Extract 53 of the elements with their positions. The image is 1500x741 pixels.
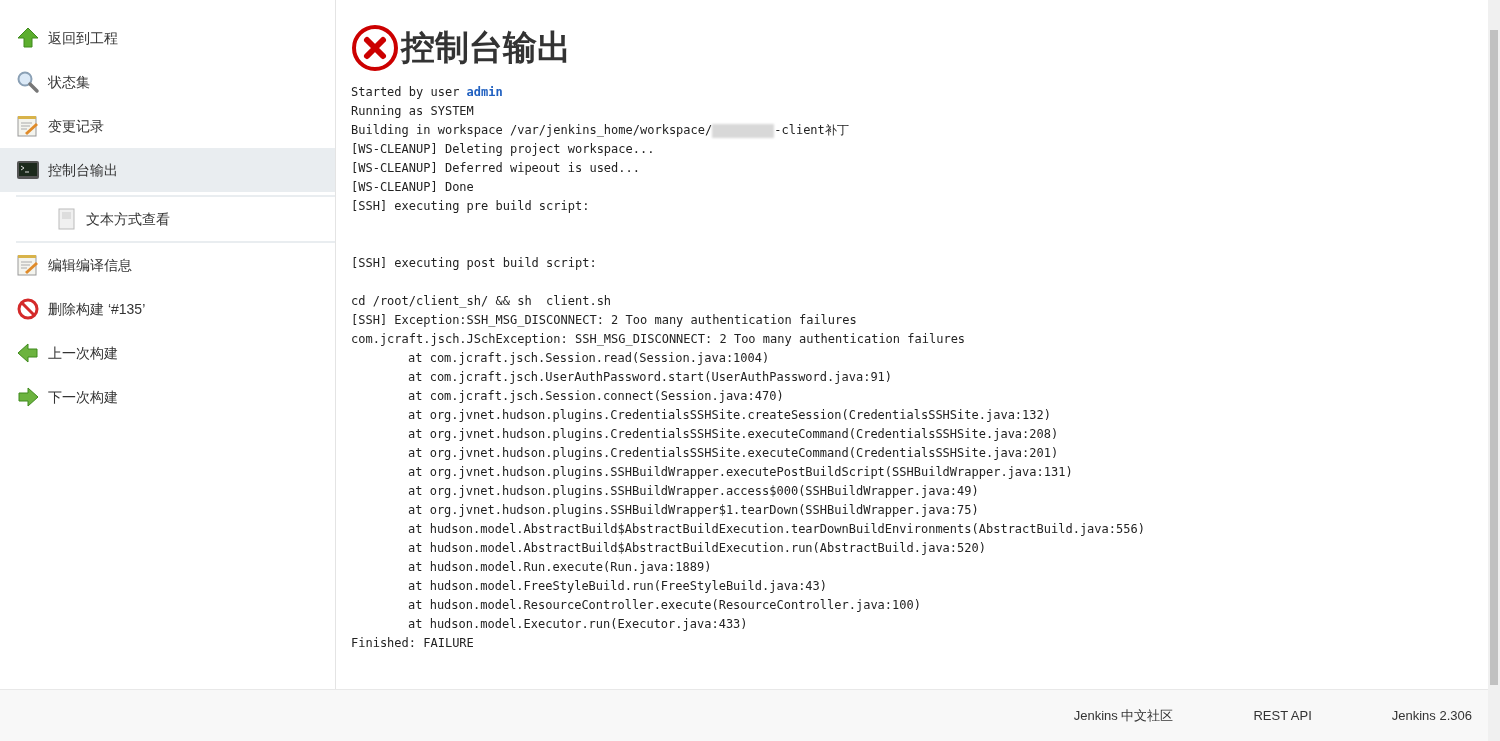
stack-frame: at com.jcraft.jsch.Session.read(Session.java:1004) — [408, 351, 770, 365]
prohibited-icon — [16, 297, 40, 321]
console-line: [WS-CLEANUP] Deleting project workspace... — [351, 142, 655, 156]
stack-frame: at org.jvnet.hudson.plugins.CredentialsSSHSite.executeCommand(CredentialsSSHSite.java:208) — [408, 427, 1059, 441]
sidebar-item[interactable]: 编辑编译信息 — [0, 243, 335, 287]
notepad-icon — [16, 114, 40, 138]
footer-link[interactable]: REST API — [1253, 705, 1312, 726]
sidebar-item[interactable]: 删除构建 ‘#135’ — [0, 287, 335, 331]
stack-frame: at org.jvnet.hudson.plugins.SSHBuildWrapper$1.tearDown(SSHBuildWrapper.java:75) — [408, 503, 979, 517]
console-line: [WS-CLEANUP] Deferred wipeout is used... — [351, 161, 640, 175]
notepad-icon — [16, 253, 40, 277]
console-line: [SSH] executing post build script: — [351, 256, 597, 270]
sidebar-item[interactable]: 文本方式查看 — [16, 197, 335, 241]
sidebar-item[interactable]: 变更记录 — [0, 104, 335, 148]
stack-frame: at org.jvnet.hudson.plugins.CredentialsSSHSite.executeCommand(CredentialsSSHSite.java:201) — [408, 446, 1059, 460]
footer-link[interactable]: Jenkins 中文社区 — [1073, 705, 1174, 726]
stack-frame: at hudson.model.AbstractBuild$AbstractBuildExecution.tearDownBuildEnvironments(AbstractBuild.java:556) — [408, 522, 1145, 536]
user-link[interactable]: admin — [466, 83, 503, 102]
sidebar-item[interactable]: 控制台输出 — [0, 148, 335, 192]
console-line: [WS-CLEANUP] Done — [351, 180, 474, 194]
console-line: [SSH] Exception:SSH_MSG_DISCONNECT: 2 Too many authentication failures — [351, 313, 857, 327]
sidebar-item[interactable]: 上一次构建 — [0, 331, 335, 375]
stack-frame: at hudson.model.Executor.run(Executor.java:433) — [408, 617, 748, 631]
stack-frame: at hudson.model.Run.execute(Run.java:1889) — [408, 560, 712, 574]
stack-frame: at hudson.model.ResourceController.execute(ResourceController.java:100) — [408, 598, 921, 612]
arrow-up-icon — [16, 26, 40, 50]
stack-frame: at com.jcraft.jsch.Session.connect(Session.java:470) — [408, 389, 784, 403]
console-line: Building in workspace /var/jenkins_home/workspace/ — [351, 122, 713, 139]
arrow-right-icon — [16, 385, 40, 409]
console-line: com.jcraft.jsch.JSchException: SSH_MSG_DISCONNECT: 2 Too many authentication failures — [351, 332, 966, 346]
arrow-left-icon — [16, 341, 40, 365]
stack-frame: at org.jvnet.hudson.plugins.SSHBuildWrapper.executePostBuildScript(SSHBuildWrapper.java:131) — [408, 465, 1073, 479]
console-line: cd /root/client_sh/ && sh client.sh — [351, 294, 612, 308]
console-line: Running as SYSTEM — [351, 104, 474, 118]
blurred-redaction — [712, 123, 775, 138]
stack-frame: at org.jvnet.hudson.plugins.CredentialsSSHSite.createSession(CredentialsSSHSite.java:132) — [408, 408, 1051, 422]
console-line: -client补丁 — [774, 122, 849, 139]
sidebar-item[interactable]: 下一次构建 — [0, 375, 335, 419]
stack-frame: at org.jvnet.hudson.plugins.SSHBuildWrapper.access$000(SSHBuildWrapper.java:49) — [408, 484, 979, 498]
console-line: [SSH] executing pre build script: — [351, 199, 590, 213]
stack-frame: at hudson.model.AbstractBuild$AbstractBuildExecution.run(AbstractBuild.java:520) — [408, 541, 986, 555]
stack-frame: at hudson.model.FreeStyleBuild.run(FreeStyleBuild.java:43) — [408, 579, 828, 593]
terminal-icon — [16, 158, 40, 182]
error-icon — [351, 23, 399, 72]
scrollbar[interactable] — [1488, 0, 1500, 741]
stack-frame: at com.jcraft.jsch.UserAuthPassword.start(UserAuthPassword.java:91) — [408, 370, 893, 384]
page-title: 控制台输出 — [401, 27, 571, 68]
console-line: Started by user — [351, 84, 461, 101]
sidebar-item[interactable]: 返回到工程 — [0, 16, 335, 60]
console-line: Finished: FAILURE — [351, 636, 474, 650]
search-icon — [16, 70, 40, 94]
sidebar-item[interactable]: 状态集 — [0, 60, 335, 104]
footer-link[interactable]: Jenkins 2.306 — [1391, 705, 1472, 726]
